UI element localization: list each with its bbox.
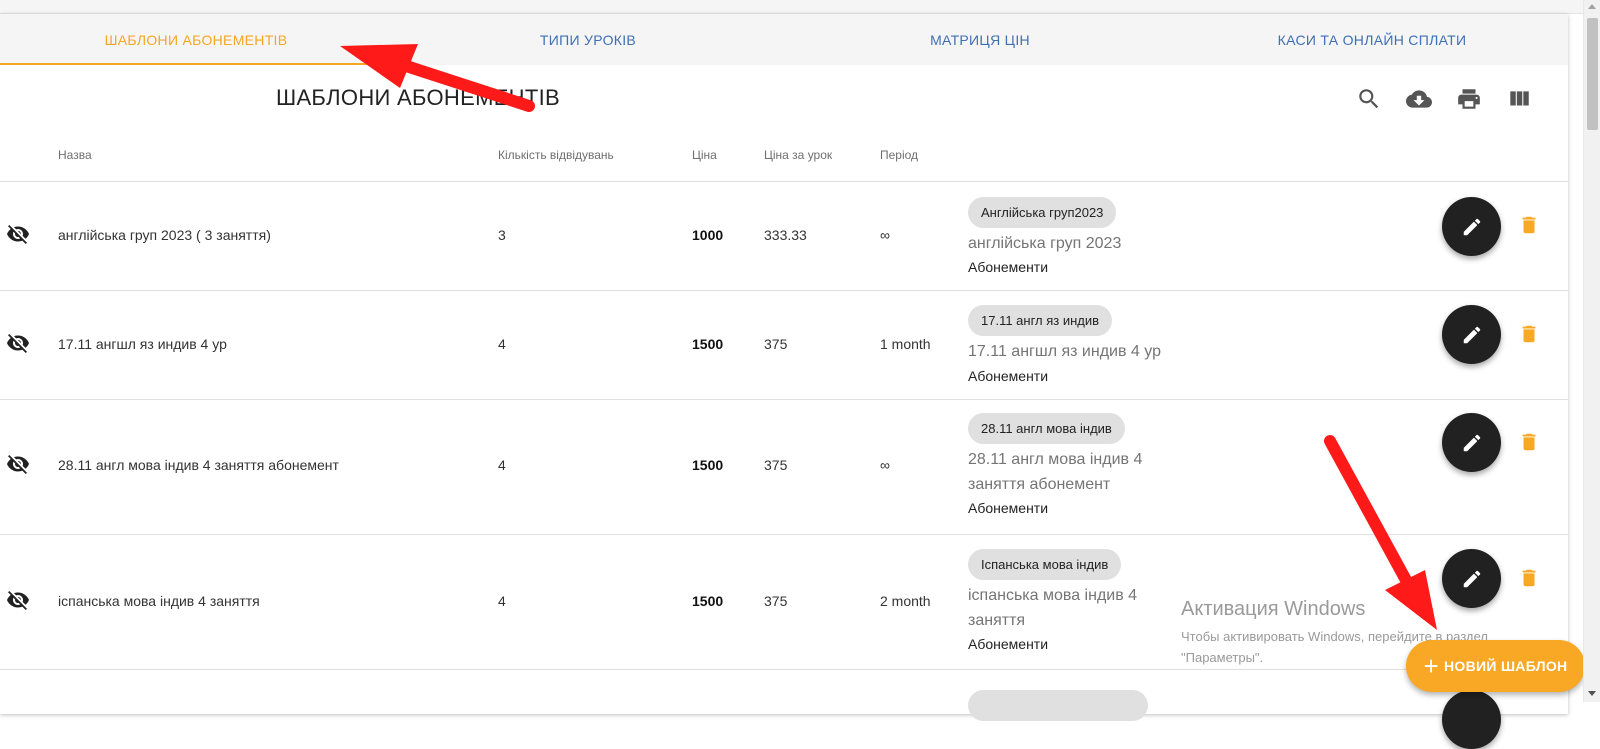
tab-bar: ШАБЛОНИ АБОНЕМЕНТІВ ТИПИ УРОКІВ МАТРИЦЯ … [0,14,1568,65]
row-category: Абонементи [968,368,1049,384]
tab-lesson-types[interactable]: ТИПИ УРОКІВ [392,14,784,65]
visibility-off-icon[interactable] [6,452,30,476]
row-subtitle: 17.11 ангшл яз индив 4 ур [968,343,1161,360]
column-header-visits[interactable]: Кількість відвідувань [498,148,614,162]
row-name: іспанська мова індив 4 заняття [58,593,260,609]
delete-icon[interactable] [1518,213,1540,237]
plus-icon: + [1423,651,1440,681]
scroll-down-icon[interactable] [1588,691,1596,696]
print-icon[interactable] [1456,86,1482,112]
lesson-type-chip: Іспанська мова індив [968,549,1122,580]
edit-button[interactable] [1442,197,1501,256]
page-title: ШАБЛОНИ АБОНЕМЕНТІВ [276,85,560,110]
row-period: 2 month [880,593,931,609]
new-template-label: НОВИЙ ШАБЛОН [1444,658,1568,674]
visibility-off-icon[interactable] [6,588,30,612]
edit-button[interactable] [1442,413,1501,472]
scroll-up-icon[interactable] [1588,4,1596,9]
column-header-price[interactable]: Ціна [692,148,717,162]
row-visits: 4 [498,593,506,609]
view-column-icon[interactable] [1506,86,1532,112]
new-template-button[interactable]: + НОВИЙ ШАБЛОН [1406,640,1585,692]
tab-cash-online-payments[interactable]: КАСИ ТА ОНЛАЙН СПЛАТИ [1176,14,1568,65]
row-price-per-lesson: 375 [764,336,788,352]
row-subtitle: іспанська мова індив 4 заняття [968,587,1138,629]
row-visits: 4 [498,336,506,352]
row-price: 1500 [692,457,724,473]
row-name: 17.11 ангшл яз индив 4 ур [58,336,227,352]
row-price-per-lesson: 375 [764,593,788,609]
vertical-scrollbar[interactable] [1583,0,1600,702]
tab-price-matrix[interactable]: МАТРИЦЯ ЦІН [784,14,1176,65]
divider [0,669,1568,670]
lesson-type-chip: 17.11 англ яз индив [968,305,1113,336]
table-row: 17.11 ангшл яз индив 4 ур 4 1500 375 1 m… [0,291,1568,399]
row-name: англійська груп 2023 ( 3 заняття) [58,227,271,243]
row-price-per-lesson: 375 [764,457,788,473]
cloud-download-icon[interactable] [1406,86,1432,112]
row-price: 1000 [692,227,724,243]
row-period: ∞ [880,457,890,473]
row-period: ∞ [880,227,890,243]
row-price: 1500 [692,336,724,352]
row-price-per-lesson: 333.33 [764,227,807,243]
row-category: Абонементи [968,259,1049,275]
watermark-title: Активация Windows [1181,598,1366,620]
delete-icon[interactable] [1518,566,1540,590]
column-header-price-per-lesson[interactable]: Ціна за урок [764,148,832,162]
row-period: 1 month [880,336,931,352]
table-row: англійська груп 2023 ( 3 заняття) 3 1000… [0,182,1568,290]
row-visits: 4 [498,457,506,473]
column-header-name[interactable]: Назва [58,148,92,162]
table-row: 28.11 англ мова індив 4 заняття абонемен… [0,400,1568,534]
row-subtitle: 28.11 англ мова індив 4 заняття абонемен… [968,451,1143,493]
delete-icon[interactable] [1518,430,1540,454]
row-category: Абонементи [968,636,1049,652]
edit-button[interactable] [1442,690,1501,749]
visibility-off-icon[interactable] [6,222,30,246]
lesson-type-chip: 28.11 англ мова індив [968,413,1125,444]
column-header-period[interactable]: Період [880,148,918,162]
edit-button[interactable] [1442,305,1501,364]
tab-subscription-templates[interactable]: ШАБЛОНИ АБОНЕМЕНТІВ [0,14,392,65]
browser-top-strip [0,0,1583,14]
delete-icon[interactable] [1518,322,1540,346]
row-subtitle: англійська груп 2023 [968,235,1122,252]
row-price: 1500 [692,593,724,609]
row-visits: 3 [498,227,506,243]
lesson-type-chip [968,690,1148,721]
visibility-off-icon[interactable] [6,331,30,355]
lesson-type-chip: Англійська груп2023 [968,197,1117,228]
row-category: Абонементи [968,500,1049,516]
search-icon[interactable] [1356,86,1382,112]
row-name: 28.11 англ мова індив 4 заняття абонемен… [58,457,339,473]
scrollbar-thumb[interactable] [1587,18,1598,130]
